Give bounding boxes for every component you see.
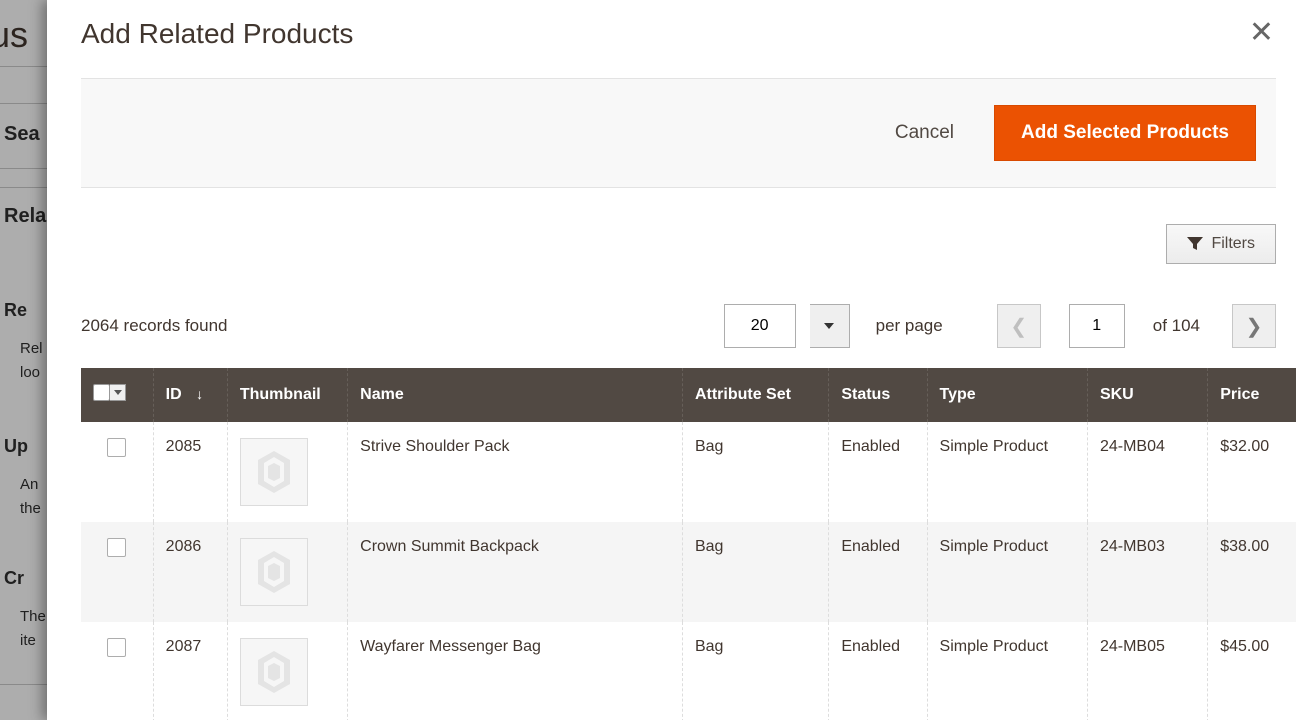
cell-status: Enabled: [829, 422, 927, 522]
col-header-select[interactable]: [81, 368, 153, 422]
magento-logo-icon: [254, 449, 294, 495]
next-page-button[interactable]: ❯: [1232, 304, 1276, 348]
cell-status: Enabled: [829, 622, 927, 720]
row-checkbox[interactable]: [107, 538, 126, 557]
cell-sku: 24-MB05: [1087, 622, 1207, 720]
table-row[interactable]: 2087 Wayfarer Messenger Bag Bag Enabled …: [81, 622, 1296, 720]
magento-logo-icon: [254, 649, 294, 695]
cell-price: $32.00: [1208, 422, 1296, 522]
cell-id: 2085: [153, 422, 227, 522]
col-header-type[interactable]: Type: [927, 368, 1087, 422]
per-page-dropdown-toggle[interactable]: [810, 304, 850, 348]
close-icon[interactable]: ✕: [1247, 18, 1276, 48]
cell-name: Strive Shoulder Pack: [348, 422, 683, 522]
row-checkbox[interactable]: [107, 638, 126, 657]
add-related-products-modal: Add Related Products ✕ Cancel Add Select…: [47, 0, 1310, 720]
cell-type: Simple Product: [927, 422, 1087, 522]
filters-button-label: Filters: [1211, 235, 1255, 253]
col-header-attribute-set[interactable]: Attribute Set: [682, 368, 828, 422]
col-header-name[interactable]: Name: [348, 368, 683, 422]
magento-logo-icon: [254, 549, 294, 595]
col-header-sku[interactable]: SKU: [1087, 368, 1207, 422]
table-row[interactable]: 2085 Strive Shoulder Pack Bag Enabled Si…: [81, 422, 1296, 522]
funnel-icon: [1187, 237, 1203, 251]
caret-down-icon: [114, 390, 122, 395]
cell-attribute-set: Bag: [682, 622, 828, 720]
filters-button[interactable]: Filters: [1166, 224, 1276, 264]
select-all-dropdown[interactable]: [110, 384, 126, 401]
cell-attribute-set: Bag: [682, 522, 828, 622]
col-header-id-label: ID: [166, 386, 182, 403]
cell-name: Wayfarer Messenger Bag: [348, 622, 683, 720]
page-total-label: of 104: [1153, 316, 1200, 336]
cell-name: Crown Summit Backpack: [348, 522, 683, 622]
thumbnail-placeholder: [240, 638, 308, 706]
cancel-button[interactable]: Cancel: [895, 122, 954, 144]
cell-type: Simple Product: [927, 522, 1087, 622]
modal-title: Add Related Products: [81, 18, 353, 50]
col-header-price[interactable]: Price: [1208, 368, 1296, 422]
records-found-label: 2064 records found: [81, 316, 724, 336]
cell-sku: 24-MB04: [1087, 422, 1207, 522]
cell-id: 2086: [153, 522, 227, 622]
cell-id: 2087: [153, 622, 227, 720]
col-header-id[interactable]: ID ↓: [153, 368, 227, 422]
cell-status: Enabled: [829, 522, 927, 622]
chevron-left-icon: ❮: [1010, 314, 1027, 339]
col-header-thumbnail[interactable]: Thumbnail: [227, 368, 347, 422]
cell-thumbnail: [227, 422, 347, 522]
cell-thumbnail: [227, 522, 347, 622]
cell-price: $45.00: [1208, 622, 1296, 720]
products-grid: ID ↓ Thumbnail Name Attribute Set Status…: [81, 368, 1296, 720]
row-checkbox[interactable]: [107, 438, 126, 457]
cell-type: Simple Product: [927, 622, 1087, 720]
page-number-input[interactable]: [1069, 304, 1125, 348]
thumbnail-placeholder: [240, 438, 308, 506]
cell-price: $38.00: [1208, 522, 1296, 622]
col-header-status[interactable]: Status: [829, 368, 927, 422]
prev-page-button[interactable]: ❮: [997, 304, 1041, 348]
cell-attribute-set: Bag: [682, 422, 828, 522]
modal-action-bar: Cancel Add Selected Products: [81, 78, 1276, 188]
select-all-checkbox[interactable]: [93, 384, 110, 401]
chevron-right-icon: ❯: [1246, 314, 1263, 339]
caret-down-icon: [824, 323, 834, 329]
cell-sku: 24-MB03: [1087, 522, 1207, 622]
thumbnail-placeholder: [240, 538, 308, 606]
per-page-label: per page: [876, 316, 943, 336]
per-page-input[interactable]: [724, 304, 796, 348]
add-selected-products-button[interactable]: Add Selected Products: [994, 105, 1256, 161]
cell-thumbnail: [227, 622, 347, 720]
table-row[interactable]: 2086 Crown Summit Backpack Bag Enabled S…: [81, 522, 1296, 622]
sort-arrow-down-icon: ↓: [196, 386, 203, 402]
